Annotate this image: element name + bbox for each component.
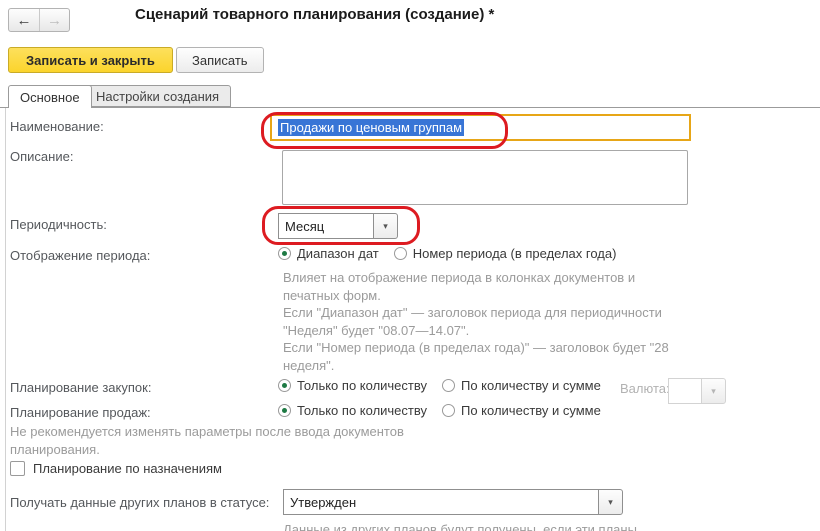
radio-sales-qty-sum-label[interactable]: По количеству и сумме [461,403,601,418]
assignment-planning-label[interactable]: Планирование по назначениям [33,461,222,476]
chevron-down-icon: ▾ [383,221,388,232]
chevron-down-icon: ▾ [608,497,613,508]
radio-sales-qty-only-label[interactable]: Только по количеству [297,403,427,418]
currency-combo: ▾ [668,378,726,404]
periodicity-value[interactable]: Месяц [278,213,374,239]
tab-creation-settings[interactable]: Настройки создания [84,85,231,107]
name-label: Наименование: [10,118,104,136]
back-button[interactable]: ← [9,9,39,31]
warning-text: Не рекомендуется изменять параметры посл… [10,423,480,458]
tab-main[interactable]: Основное [8,85,92,108]
radio-sales-qty-sum[interactable] [442,404,455,417]
radio-sales-qty-only[interactable] [278,404,291,417]
currency-value [668,378,702,404]
name-input[interactable]: Продажи по ценовым группам [270,114,691,141]
radio-purchase-qty-only[interactable] [278,379,291,392]
status-combo[interactable]: Утвержден ▾ [283,489,623,515]
sales-planning-radio-group: Только по количеству По количеству и сум… [278,403,601,418]
forward-arrow-icon: → [47,12,62,29]
period-display-help-text: Влияет на отображение периода в колонках… [283,269,758,374]
radio-purchase-qty-sum-label[interactable]: По количеству и сумме [461,378,601,393]
assignment-planning-checkbox[interactable] [10,461,25,476]
history-nav-group: ← → [8,8,70,32]
currency-dropdown-button: ▾ [701,378,726,404]
radio-period-number[interactable] [394,247,407,260]
radio-purchase-qty-only-label[interactable]: Только по количеству [297,378,427,393]
description-textarea[interactable] [282,150,688,205]
status-dropdown-button[interactable]: ▾ [598,489,623,515]
periodicity-dropdown-button[interactable]: ▾ [373,213,398,239]
back-arrow-icon: ← [17,12,32,29]
purchase-planning-label: Планирование закупок: [10,379,151,397]
tab-underline [0,107,820,108]
periodicity-label: Периодичность: [10,216,107,234]
status-value[interactable]: Утвержден [283,489,599,515]
page-title: Сценарий товарного планирования (создани… [135,6,494,23]
period-display-radio-group: Диапазон дат Номер периода (в пределах г… [278,246,616,261]
radio-date-range[interactable] [278,247,291,260]
currency-label: Валюта: [620,381,670,396]
save-button[interactable]: Записать [176,47,264,73]
name-input-selected-text: Продажи по ценовым группам [278,119,464,136]
status-note-text: Данные из других планов будут получены, … [283,521,763,531]
radio-date-range-label[interactable]: Диапазон дат [297,246,379,261]
scenario-form-window: ← → Сценарий товарного планирования (соз… [0,0,820,531]
radio-period-number-label[interactable]: Номер периода (в пределах года) [413,246,617,261]
assignment-planning-row: Планирование по назначениям [10,461,222,476]
save-and-close-button[interactable]: Записать и закрыть [8,47,173,73]
radio-purchase-qty-sum[interactable] [442,379,455,392]
period-display-label: Отображение периода: [10,247,150,265]
status-label: Получать данные других планов в статусе: [10,494,269,512]
periodicity-combo[interactable]: Месяц ▾ [278,213,398,239]
pane-left-border [5,108,6,531]
sales-planning-label: Планирование продаж: [10,404,151,422]
purchase-planning-radio-group: Только по количеству По количеству и сум… [278,378,601,393]
chevron-down-icon: ▾ [711,386,716,397]
description-label: Описание: [10,148,73,166]
forward-button[interactable]: → [39,9,69,31]
